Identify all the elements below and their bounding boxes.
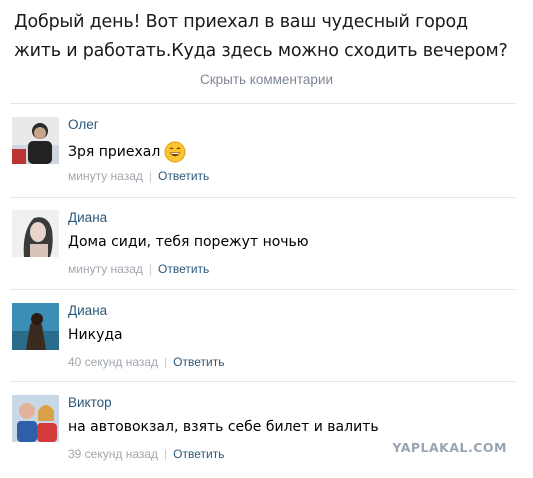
comment-text: на автовокзал, взять себе билет и валить: [68, 419, 379, 435]
comment-meta: минуту назад | Ответить: [68, 262, 209, 276]
comment-time[interactable]: 39 секунд назад: [68, 447, 158, 461]
divider: [10, 381, 516, 382]
reply-link[interactable]: Ответить: [158, 262, 209, 276]
reply-link[interactable]: Ответить: [173, 447, 224, 461]
comment-text-content: Дома сиди, тебя порежут ночью: [68, 234, 309, 250]
divider: [10, 103, 516, 104]
comment-text-content: Никуда: [68, 327, 123, 343]
comment-text-content: на автовокзал, взять себе билет и валить: [68, 419, 379, 435]
comment-text-content: Зря приехал: [68, 144, 161, 160]
meta-separator: |: [164, 355, 168, 369]
reply-link[interactable]: Ответить: [158, 169, 209, 183]
divider: [10, 289, 516, 290]
comment-item: Олег Зря приехал минуту назад | Ответить: [0, 117, 533, 209]
meta-separator: |: [148, 262, 153, 276]
comment-time[interactable]: минуту назад: [68, 169, 143, 183]
hide-comments-link[interactable]: Скрыть комментарии: [0, 72, 533, 87]
post-text: Добрый день! Вот приехал в ваш чудесный …: [14, 8, 524, 66]
meta-separator: |: [148, 169, 153, 183]
comment-meta: 40 секунд назад | Ответить: [68, 355, 224, 369]
comment-author[interactable]: Виктор: [68, 395, 112, 410]
smile-emoji-icon: [164, 141, 186, 163]
comment-text: Зря приехал: [68, 141, 186, 163]
comment-time[interactable]: минуту назад: [68, 262, 143, 276]
comment-meta: минуту назад | Ответить: [68, 169, 209, 183]
comment-meta: 39 секунд назад | Ответить: [68, 447, 224, 461]
avatar[interactable]: [12, 210, 59, 257]
meta-separator: |: [164, 447, 168, 461]
comment-author[interactable]: Диана: [68, 210, 107, 225]
avatar[interactable]: [12, 303, 59, 350]
comment-text: Дома сиди, тебя порежут ночью: [68, 234, 309, 250]
avatar[interactable]: [12, 117, 59, 164]
divider: [10, 197, 516, 198]
watermark: YAPLAKAL.COM: [392, 440, 507, 455]
comment-author[interactable]: Олег: [68, 117, 99, 132]
avatar[interactable]: [12, 395, 59, 442]
comment-time[interactable]: 40 секунд назад: [68, 355, 158, 369]
comment-author[interactable]: Диана: [68, 303, 107, 318]
post-line-1: Добрый день! Вот приехал в ваш чудесный …: [14, 12, 468, 32]
reply-link[interactable]: Ответить: [173, 355, 224, 369]
comment-item: Виктор на автовокзал, взять себе билет и…: [0, 395, 533, 478]
comment-text: Никуда: [68, 327, 123, 343]
post-line-2: жить и работать.Куда здесь можно сходить…: [14, 41, 508, 61]
